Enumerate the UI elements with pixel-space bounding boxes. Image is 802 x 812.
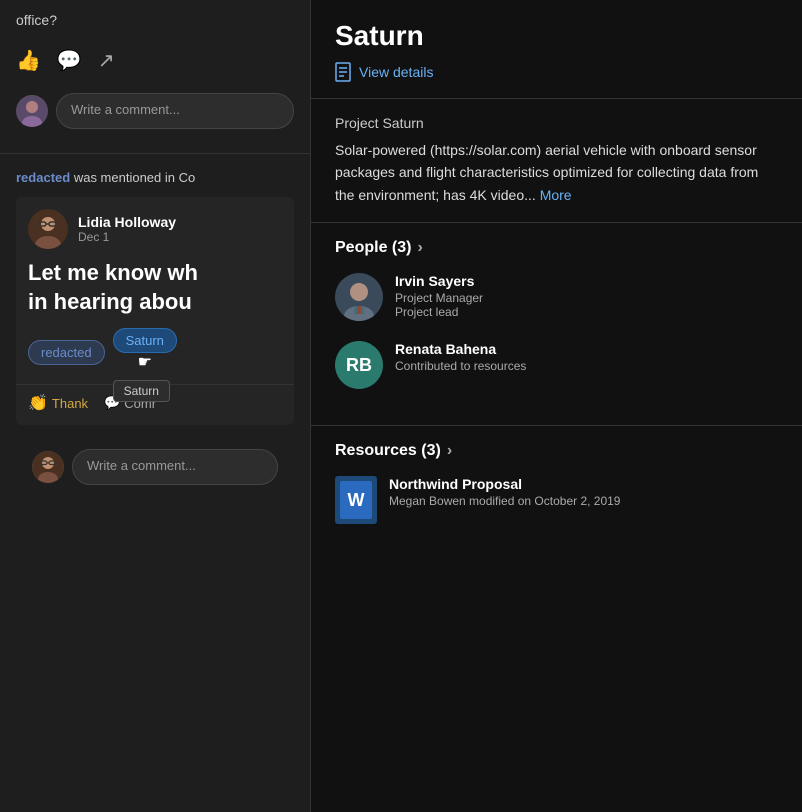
bottom-write-comment-area: Write a comment... <box>16 437 294 497</box>
northwind-name: Northwind Proposal <box>389 476 620 492</box>
post-content-line1: Let me know wh <box>28 260 198 285</box>
panel-header: Saturn View details <box>311 0 802 98</box>
bottom-commenter-avatar <box>32 451 64 483</box>
resources-section-heading[interactable]: Resources (3) › <box>335 442 778 460</box>
cursor-pointer-icon: ☛ <box>113 352 177 372</box>
renata-role: Contributed to resources <box>395 359 526 373</box>
irvin-name: Irvin Sayers <box>395 273 483 289</box>
word-letter: W <box>340 481 372 519</box>
people-chevron-icon: › <box>417 239 422 257</box>
post-date: Dec 1 <box>78 230 176 244</box>
post-card: Lidia Holloway Dec 1 Let me know wh in h… <box>16 197 294 425</box>
thumbs-up-icon[interactable]: 👍 <box>16 48 41 73</box>
resources-chevron-icon: › <box>447 442 452 460</box>
post-tags: redacted Saturn ☛ Saturn <box>16 326 294 384</box>
person-item-irvin: Irvin Sayers Project Manager Project lea… <box>335 273 778 321</box>
thank-reaction-btn[interactable]: 👏 Thank <box>28 393 88 413</box>
tag-saturn[interactable]: Saturn <box>113 328 177 353</box>
doc-page-icon <box>335 62 351 82</box>
tag-redacted[interactable]: redacted <box>28 340 105 365</box>
word-doc-icon: W <box>335 476 377 524</box>
mentioned-text: redacted was mentioned in Co <box>16 170 294 185</box>
resource-item-northwind: W Northwind Proposal Megan Bowen modifie… <box>335 476 778 524</box>
top-chat-area: office? 👍 💬 ↗ Write a comment... <box>0 0 310 154</box>
resources-section: Resources (3) › W Northwind Proposal Meg… <box>311 426 802 560</box>
mentioned-section: redacted was mentioned in Co <box>0 154 310 497</box>
saturn-tooltip: Saturn <box>113 380 170 402</box>
more-link[interactable]: More <box>540 187 572 203</box>
post-author-info: Lidia Holloway Dec 1 <box>78 214 176 244</box>
share-icon[interactable]: ↗ <box>98 48 115 73</box>
northwind-sub: Megan Bowen modified on October 2, 2019 <box>389 494 620 508</box>
irvin-info: Irvin Sayers Project Manager Project lea… <box>395 273 483 319</box>
people-section-label: People (3) <box>335 239 411 257</box>
bottom-comment-input[interactable]: Write a comment... <box>72 449 278 485</box>
reaction-bar: 👍 💬 ↗ <box>16 40 294 81</box>
view-details-label: View details <box>359 64 433 80</box>
top-commenter-avatar <box>16 95 48 127</box>
panel-title: Saturn <box>335 20 778 52</box>
person-item-renata: RB Renata Bahena Contributed to resource… <box>335 341 778 389</box>
post-content: Let me know wh in hearing abou <box>16 255 294 326</box>
renata-info: Renata Bahena Contributed to resources <box>395 341 526 373</box>
irvin-sub: Project lead <box>395 305 483 319</box>
clap-emoji: 👏 <box>28 393 48 413</box>
left-panel: office? 👍 💬 ↗ Write a comment... redacte… <box>0 0 310 812</box>
office-partial-text: office? <box>16 12 294 28</box>
irvin-role: Project Manager <box>395 291 483 305</box>
redacted-mention: redacted <box>16 170 70 185</box>
comment-bubble-icon[interactable]: 💬 <box>57 48 82 73</box>
project-label: Project Saturn <box>335 115 778 131</box>
author-avatar <box>28 209 68 249</box>
people-section-heading[interactable]: People (3) › <box>335 239 778 257</box>
northwind-info: Northwind Proposal Megan Bowen modified … <box>389 476 620 508</box>
project-description: Solar-powered (https://solar.com) aerial… <box>335 139 778 206</box>
tag-saturn-container: Saturn ☛ Saturn <box>113 332 177 372</box>
right-panel: Saturn View details Project Saturn Solar… <box>310 0 802 812</box>
top-write-comment-area: Write a comment... <box>16 93 294 129</box>
mentioned-suffix: was mentioned in Co <box>74 170 195 185</box>
resources-section-label: Resources (3) <box>335 442 441 460</box>
top-comment-input[interactable]: Write a comment... <box>56 93 294 129</box>
post-author-name: Lidia Holloway <box>78 214 176 230</box>
renata-avatar: RB <box>335 341 383 389</box>
people-section: People (3) › Irvin Sayers Project Manage… <box>311 223 802 425</box>
post-header: Lidia Holloway Dec 1 <box>16 197 294 255</box>
post-content-line2: in hearing abou <box>28 289 192 314</box>
project-section: Project Saturn Solar-powered (https://so… <box>311 99 802 222</box>
view-details-link[interactable]: View details <box>335 62 778 82</box>
thank-label: Thank <box>52 396 88 411</box>
irvin-avatar <box>335 273 383 321</box>
renata-name: Renata Bahena <box>395 341 526 357</box>
